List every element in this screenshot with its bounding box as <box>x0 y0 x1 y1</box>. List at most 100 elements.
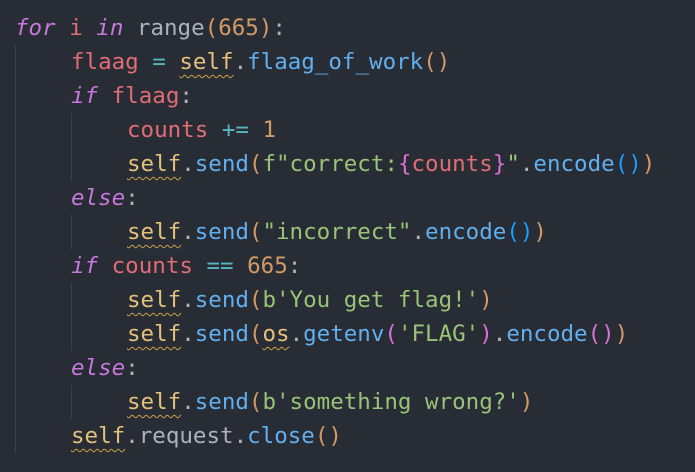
code-line: counts += 1 <box>0 113 695 147</box>
code-token: encode <box>506 321 588 347</box>
code-editor[interactable]: for i in range(665): flaag = self.flaag_o… <box>0 0 695 472</box>
code-text: else: <box>71 351 139 385</box>
indent-guide <box>71 147 72 181</box>
code-token: self <box>127 151 182 177</box>
code-line: if flaag: <box>0 79 695 113</box>
code-token: ) <box>479 287 493 313</box>
code-token: send <box>194 389 249 415</box>
code-token: . <box>289 321 304 347</box>
code-line: self.send(b'You get flag!') <box>0 283 695 317</box>
indent-guide <box>15 351 16 385</box>
code-token: = <box>152 49 166 75</box>
code-token: ) <box>641 151 656 177</box>
code-token: 'FLAG' <box>397 321 480 347</box>
code-line: self.send(f"correct:{counts}".encode()) <box>0 147 695 181</box>
code-text: self.send(os.getenv('FLAG').encode()) <box>127 317 628 351</box>
code-token: += <box>221 117 249 143</box>
code-token: ( <box>248 321 263 347</box>
code-token: () <box>506 219 534 245</box>
code-text: counts += 1 <box>127 113 276 147</box>
code-token: getenv <box>303 321 385 347</box>
code-token: flaag_of_work <box>247 49 424 75</box>
code-text: self.send(f"correct:{counts}".encode()) <box>127 147 655 181</box>
code-token: if <box>71 253 99 279</box>
code-token: == <box>206 253 234 279</box>
code-token: ( <box>248 219 263 245</box>
code-token: ) <box>258 15 273 41</box>
code-token: self <box>179 49 234 75</box>
code-token: : <box>125 185 139 211</box>
code-token: self <box>127 219 182 245</box>
code-token: { <box>397 151 412 177</box>
indent-guide <box>15 45 16 79</box>
code-token: counts <box>111 253 193 279</box>
code-text: self.request.close() <box>71 419 342 453</box>
code-line: else: <box>0 351 695 385</box>
code-token: . <box>181 321 195 347</box>
code-token: "incorrect" <box>262 219 412 245</box>
code-lines: for i in range(665): flaag = self.flaag_o… <box>0 11 695 453</box>
indent-guide <box>71 317 72 351</box>
code-token: () <box>423 49 451 75</box>
code-token: counts <box>127 117 209 143</box>
code-token: ) <box>479 321 493 347</box>
code-token: . <box>233 49 248 75</box>
code-token: ( <box>384 321 398 347</box>
indent-guide <box>71 215 72 249</box>
code-token: ( <box>248 151 263 177</box>
indent-guide <box>15 113 16 147</box>
code-token: encode <box>425 219 507 245</box>
indent-guide <box>71 113 72 147</box>
code-line: self.send(b'something wrong?') <box>0 385 695 419</box>
code-token: f"correct: <box>262 151 398 177</box>
code-token: flaag <box>71 49 139 75</box>
code-line: flaag = self.flaag_of_work() <box>0 45 695 79</box>
code-text: for i in range(665): <box>15 11 286 45</box>
code-token: else <box>71 185 126 211</box>
code-token: self <box>127 287 182 313</box>
code-line: self.send(os.getenv('FLAG').encode()) <box>0 317 695 351</box>
code-token: close <box>247 423 315 449</box>
code-text: else: <box>71 181 139 215</box>
code-token: . <box>181 287 195 313</box>
code-line: self.send("incorrect".encode()) <box>0 215 695 249</box>
code-token: request <box>138 423 234 449</box>
code-text: self.send(b'You get flag!') <box>127 283 493 317</box>
indent-guide <box>15 385 16 419</box>
code-token: send <box>194 321 249 347</box>
code-token: encode <box>533 151 615 177</box>
code-token: " <box>506 151 520 177</box>
code-token: range <box>136 15 205 41</box>
code-token: self <box>127 321 182 347</box>
code-text: if counts == 665: <box>71 249 301 283</box>
code-token: ) <box>533 219 547 245</box>
code-token: os <box>262 321 290 347</box>
code-line: if counts == 665: <box>0 249 695 283</box>
code-token: . <box>233 423 248 449</box>
indent-guide <box>15 249 16 283</box>
indent-guide <box>15 147 16 181</box>
code-token: for <box>15 15 56 41</box>
indent-guide <box>15 283 16 317</box>
code-token: ( <box>248 389 263 415</box>
indent-guide <box>71 283 72 317</box>
code-token: . <box>411 219 426 245</box>
code-text: if flaag: <box>71 79 193 113</box>
code-token: counts <box>411 151 493 177</box>
indent-guide <box>15 79 16 113</box>
code-token: . <box>181 219 195 245</box>
code-token: 1 <box>262 117 277 143</box>
code-token: self <box>71 423 126 449</box>
code-token: i <box>69 15 83 41</box>
code-token: () <box>614 151 642 177</box>
code-token: b'You get flag!' <box>262 287 480 313</box>
